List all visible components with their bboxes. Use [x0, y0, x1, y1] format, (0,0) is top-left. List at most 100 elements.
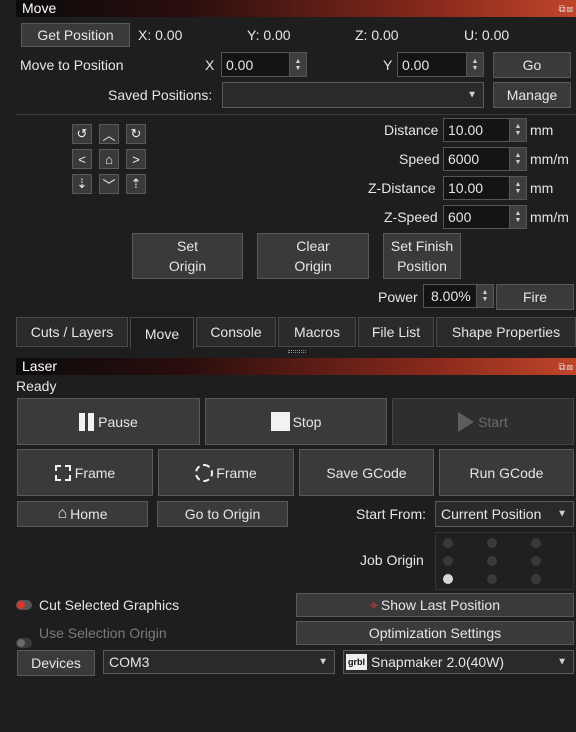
tab-console[interactable]: Console — [196, 317, 276, 347]
z-distance-input[interactable]: 10.00 ▲ ▼ — [443, 176, 527, 200]
move-y-value: 0.00 — [402, 56, 430, 73]
distance-label: Distance — [384, 122, 439, 138]
grbl-badge-icon: grbl — [346, 654, 367, 670]
jog-rotate-cw-icon[interactable]: ↻ — [126, 124, 146, 144]
go-to-origin-button[interactable]: Go to Origin — [157, 501, 288, 527]
speed-spinner[interactable]: ▲ ▼ — [509, 148, 526, 170]
frame-circle-button[interactable]: Frame — [158, 449, 294, 496]
job-origin-center[interactable] — [487, 556, 497, 566]
move-panel-titlebar: Move ⧉⊠ — [16, 0, 576, 17]
job-origin-middle-left[interactable] — [443, 556, 453, 566]
show-last-position-button[interactable]: ⌖ Show Last Position — [296, 593, 574, 617]
job-origin-top-left[interactable] — [443, 538, 453, 548]
stop-label: Stop — [292, 413, 322, 430]
jog-right-icon[interactable]: > — [126, 149, 146, 169]
speed-label: Speed — [399, 151, 440, 167]
speed-input[interactable]: 6000 ▲ ▼ — [443, 147, 527, 171]
tab-macros[interactable]: Macros — [278, 317, 356, 347]
jog-down-icon[interactable]: ﹀ — [99, 174, 119, 194]
jog-home-icon[interactable]: ⌂ — [99, 149, 119, 169]
start-button[interactable]: Start — [392, 398, 574, 445]
z-distance-label: Z-Distance — [368, 180, 436, 196]
tab-file-list[interactable]: File List — [358, 317, 434, 347]
stop-icon — [270, 412, 290, 431]
distance-spinner[interactable]: ▲ ▼ — [509, 119, 526, 141]
play-icon — [458, 411, 475, 432]
distance-input[interactable]: 10.00 ▲ ▼ — [443, 118, 527, 142]
panel-float-close-icons[interactable]: ⧉⊠ — [559, 359, 575, 376]
start-label: Start — [478, 413, 508, 430]
device-dropdown[interactable]: grbl Snapmaker 2.0(40W) ▼ — [343, 650, 574, 674]
tab-move[interactable]: Move — [130, 317, 194, 349]
jog-left-icon[interactable]: < — [72, 149, 92, 169]
pause-button[interactable]: Pause — [17, 398, 200, 445]
device-value: Snapmaker 2.0(40W) — [371, 654, 505, 670]
manage-button[interactable]: Manage — [493, 82, 571, 108]
position-u-readout: U: 0.00 — [464, 27, 510, 43]
jog-z-up-icon[interactable]: ⇡ — [126, 174, 146, 194]
set-origin-button[interactable]: Set Origin — [132, 233, 243, 279]
power-input[interactable]: 8.00% ▲ ▼ — [423, 284, 494, 308]
frame-rect-label: Frame — [74, 464, 116, 481]
job-origin-middle-right[interactable] — [531, 556, 541, 566]
panel-splitter-handle[interactable] — [288, 350, 306, 353]
set-finish-line2: Position — [397, 258, 447, 274]
tab-shape-properties[interactable]: Shape Properties — [436, 317, 576, 347]
job-origin-bottom-right[interactable] — [531, 574, 541, 584]
show-last-position-label: Show Last Position — [380, 597, 500, 613]
jog-up-icon[interactable]: ︿ — [99, 124, 119, 144]
pause-icon — [79, 412, 95, 431]
crosshair-icon: ⌖ — [370, 596, 378, 613]
move-x-value: 0.00 — [226, 56, 254, 73]
z-distance-spinner[interactable]: ▲ ▼ — [509, 177, 526, 199]
use-selection-origin-toggle[interactable] — [16, 638, 32, 648]
chevron-down-icon: ▼ — [318, 656, 328, 668]
port-dropdown[interactable]: COM3 ▼ — [103, 650, 335, 674]
separator-line — [16, 114, 576, 115]
distance-unit: mm — [530, 122, 554, 138]
cut-selected-toggle[interactable] — [16, 600, 32, 610]
jog-z-down-icon[interactable]: ⇣ — [72, 174, 92, 194]
jog-rotate-ccw-icon[interactable]: ↺ — [72, 124, 92, 144]
start-from-dropdown[interactable]: Current Position ▼ — [435, 501, 574, 527]
saved-positions-dropdown[interactable]: ▼ — [222, 82, 484, 108]
power-spinner[interactable]: ▲ ▼ — [476, 285, 493, 307]
power-value: 8.00% — [431, 288, 471, 304]
set-finish-position-button[interactable]: Set Finish Position — [383, 233, 461, 279]
frame-rectangle-button[interactable]: Frame — [17, 449, 153, 496]
move-y-input[interactable]: 0.00 ▲ ▼ — [397, 52, 484, 77]
laser-status-text: Ready — [16, 378, 57, 394]
port-value: COM3 — [109, 654, 150, 670]
job-origin-bottom-center[interactable] — [487, 574, 497, 584]
job-origin-grid[interactable] — [435, 532, 574, 590]
fire-button[interactable]: Fire — [496, 284, 574, 310]
z-speed-spinner[interactable]: ▲ ▼ — [509, 206, 526, 228]
z-speed-label: Z-Speed — [384, 209, 438, 225]
tab-cuts-layers[interactable]: Cuts / Layers — [16, 317, 128, 347]
laser-panel-title: Laser — [22, 358, 58, 374]
move-y-spinner[interactable]: ▲ ▼ — [466, 53, 483, 76]
position-x-readout: X: 0.00 — [138, 27, 183, 43]
job-origin-bottom-left[interactable] — [443, 574, 453, 584]
stop-button[interactable]: Stop — [205, 398, 387, 445]
saved-positions-label: Saved Positions: — [108, 87, 213, 103]
job-origin-label: Job Origin — [360, 552, 424, 568]
clear-origin-button[interactable]: Clear Origin — [257, 233, 369, 279]
run-gcode-button[interactable]: Run GCode — [439, 449, 574, 496]
get-position-button[interactable]: Get Position — [21, 23, 130, 47]
job-origin-top-center[interactable] — [487, 538, 497, 548]
job-origin-top-right[interactable] — [531, 538, 541, 548]
panel-float-close-icons[interactable]: ⧉⊠ — [559, 1, 575, 18]
start-from-value: Current Position — [441, 506, 542, 522]
home-button[interactable]: ⌂ Home — [17, 501, 148, 527]
toggle-knob — [17, 601, 25, 609]
position-z-readout: Z: 0.00 — [355, 27, 399, 43]
clear-origin-line1: Clear — [296, 238, 330, 254]
optimization-settings-button[interactable]: Optimization Settings — [296, 621, 574, 645]
move-x-input[interactable]: 0.00 ▲ ▼ — [221, 52, 307, 77]
save-gcode-button[interactable]: Save GCode — [299, 449, 434, 496]
devices-button[interactable]: Devices — [17, 650, 95, 676]
move-x-spinner[interactable]: ▲ ▼ — [289, 53, 306, 76]
z-speed-input[interactable]: 600 ▲ ▼ — [443, 205, 527, 229]
go-button[interactable]: Go — [493, 52, 571, 78]
